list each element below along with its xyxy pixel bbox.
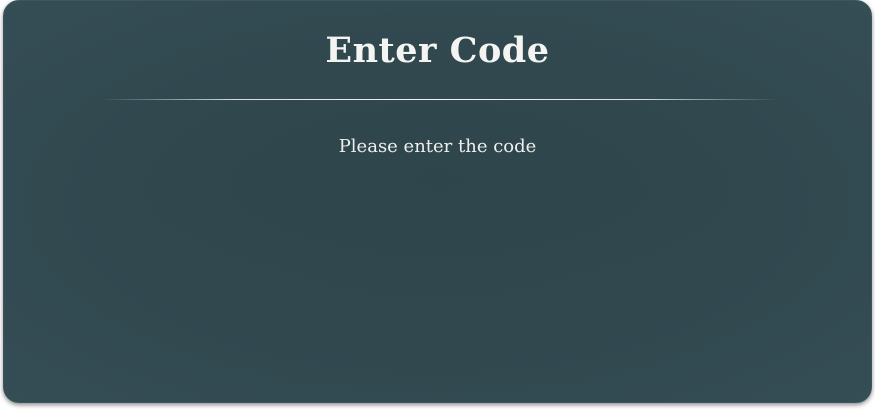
enter-code-dialog: Enter Code Please enter the code	[3, 0, 872, 403]
dialog-title: Enter Code	[325, 30, 550, 71]
dialog-content-area	[99, 100, 779, 300]
dialog-message: Please enter the code	[338, 136, 537, 157]
